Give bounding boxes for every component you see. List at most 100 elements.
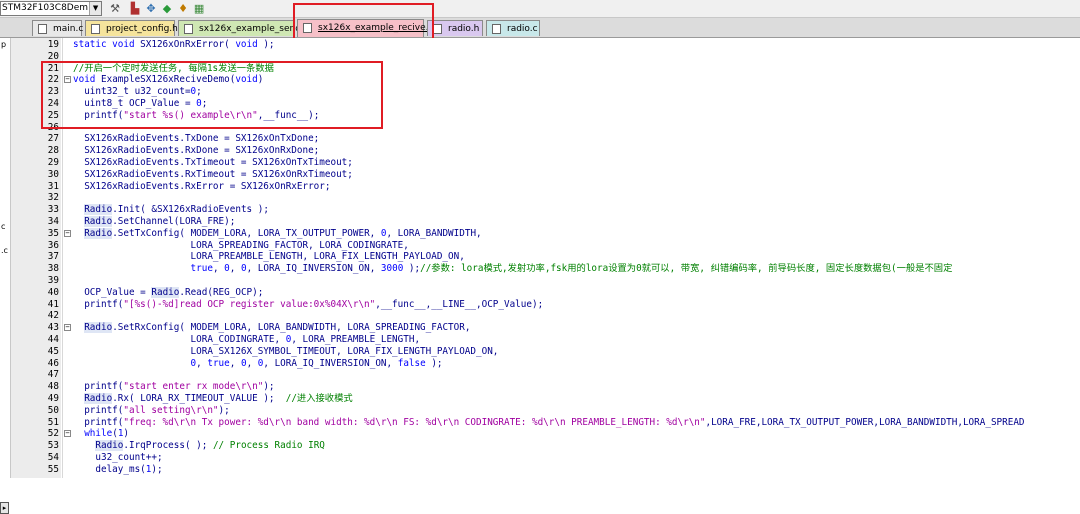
code-line[interactable]: 38 true, 0, 0, LORA_IQ_INVERSION_ON, 300…: [11, 263, 1080, 275]
code-line[interactable]: 35− Radio.SetTxConfig( MODEM_LORA, LORA_…: [11, 227, 1080, 240]
scroll-right-arrow[interactable]: ▸: [0, 502, 9, 514]
code-token: LORA_SPREADING_FACTOR, LORA_CODINGRATE,: [73, 239, 409, 251]
code-token: ,: [212, 263, 225, 275]
code-line[interactable]: 34 Radio.SetChannel(LORA_FRE);: [11, 215, 1080, 228]
code-line[interactable]: 28 SX126xRadioEvents.RxDone = SX126xOnRx…: [11, 145, 1080, 157]
line-number: 53: [47, 440, 59, 452]
code-line[interactable]: 51 printf("freq: %d\r\n Tx power: %d\r\n…: [11, 417, 1080, 429]
wand-icon[interactable]: ⚒: [108, 2, 122, 16]
code-line[interactable]: 52− while(1): [11, 428, 1080, 440]
line-number: 52: [47, 428, 59, 440]
code-token: );: [263, 381, 275, 393]
chevron-down-icon[interactable]: ▼: [89, 2, 102, 15]
target-select[interactable]: STM32F103C8Dem ▼: [0, 1, 103, 16]
code-line[interactable]: 37 LORA_PREAMBLE_LENGTH, LORA_FIX_LENGTH…: [11, 251, 1080, 263]
code-token: , LORA_IQ_INVERSION_ON,: [263, 357, 398, 369]
code-line[interactable]: 49 Radio.Rx( LORA_RX_TIMEOUT_VALUE ); //…: [11, 392, 1080, 405]
fold-toggle-icon[interactable]: −: [64, 229, 71, 237]
line-number: 54: [47, 451, 59, 463]
code-line[interactable]: 42: [11, 310, 1080, 322]
line-number: 38: [47, 263, 59, 275]
code-text: static void SX126xOnRxError( void );: [73, 39, 275, 51]
code-token: ): [123, 428, 130, 440]
code-token: .Init( &SX126xRadioEvents );: [112, 204, 269, 216]
line-number: 28: [47, 145, 59, 157]
manage-icon[interactable]: ▙: [128, 2, 142, 16]
line-number: 44: [47, 333, 59, 345]
code-token: .IrqProcess( );: [123, 440, 213, 452]
code-token: printf(: [73, 298, 124, 310]
code-token: , LORA_IQ_INVERSION_ON,: [246, 263, 381, 275]
code-line[interactable]: 27 SX126xRadioEvents.TxDone = SX126xOnTx…: [11, 133, 1080, 145]
code-token: "all setting\r\n": [123, 404, 219, 416]
code-line[interactable]: 53 Radio.IrqProcess( ); // Process Radio…: [11, 440, 1080, 452]
tab-sx126x-example-send-c[interactable]: sx126x_example_send.c: [178, 20, 309, 36]
code-text: Radio.Rx( LORA_RX_TIMEOUT_VALUE ); //进入接…: [73, 392, 353, 405]
line-number: 35: [47, 227, 59, 239]
code-line[interactable]: 19 static void SX126xOnRxError( void );: [11, 39, 1080, 51]
code-line[interactable]: 44 LORA_CODINGRATE, 0, LORA_PREAMBLE_LEN…: [11, 334, 1080, 346]
code-text: printf("freq: %d\r\n Tx power: %d\r\n ba…: [73, 416, 1024, 429]
code-line[interactable]: 32: [11, 192, 1080, 204]
code-token: u32_count++;: [73, 451, 163, 463]
code-token: , LORA_BANDWIDTH,: [386, 227, 482, 239]
chip-icon[interactable]: ▦: [192, 2, 206, 16]
fold-toggle-icon[interactable]: −: [64, 324, 71, 332]
code-line[interactable]: 39: [11, 275, 1080, 287]
code-token: void: [235, 39, 258, 50]
fold-toggle-icon[interactable]: −: [64, 430, 71, 438]
code-line[interactable]: 33 Radio.Init( &SX126xRadioEvents );: [11, 204, 1080, 216]
code-text: OCP_Value = Radio.Read(REG_OCP);: [73, 286, 264, 299]
toolbar: STM32F103C8Dem ▼ ⚒ ▙ ✥ ◆ ♦ ▦: [0, 0, 1080, 18]
code-line[interactable]: 29 SX126xRadioEvents.TxTimeout = SX126xO…: [11, 157, 1080, 169]
tab-radio-c[interactable]: radio.c: [486, 20, 540, 36]
line-number: 45: [47, 345, 59, 357]
tab-main-c[interactable]: main.c: [32, 20, 83, 36]
code-token: "[%s()-%d]read OCP register value:0x%04X…: [123, 298, 376, 310]
code-line[interactable]: 54 u32_count++;: [11, 452, 1080, 464]
code-token: ,: [246, 357, 258, 369]
code-line[interactable]: 43− Radio.SetRxConfig( MODEM_LORA, LORA_…: [11, 322, 1080, 334]
code-line[interactable]: 48 printf("start enter rx mode\r\n");: [11, 381, 1080, 393]
code-line[interactable]: 46 0, true, 0, 0, LORA_IQ_INVERSION_ON, …: [11, 358, 1080, 370]
code-token: );: [218, 404, 230, 416]
line-number: 19: [47, 39, 59, 50]
component-icon[interactable]: ✥: [144, 2, 158, 16]
code-line[interactable]: 36 LORA_SPREADING_FACTOR, LORA_CODINGRAT…: [11, 240, 1080, 252]
file-icon: [38, 24, 47, 34]
code-token: printf(: [73, 416, 124, 428]
tab-project-config-h[interactable]: project_config.h: [85, 20, 178, 36]
line-number: 46: [47, 357, 59, 369]
code-token: .Read(REG_OCP);: [179, 286, 264, 298]
code-line[interactable]: 30 SX126xRadioEvents.RxTimeout = SX126xO…: [11, 169, 1080, 181]
download-icon[interactable]: ♦: [176, 2, 190, 16]
diamond-icon[interactable]: ◆: [160, 2, 174, 16]
code-line[interactable]: 47: [11, 369, 1080, 381]
file-tab-bar: main.c project_config.h sx126x_example_s…: [0, 18, 1080, 38]
code-line[interactable]: 50 printf("all setting\r\n");: [11, 405, 1080, 417]
code-token: .SetRxConfig( MODEM_LORA, LORA_BANDWIDTH…: [112, 322, 471, 334]
code-line[interactable]: 40 OCP_Value = Radio.Read(REG_OCP);: [11, 286, 1080, 299]
tab-label: radio.c: [507, 24, 538, 34]
code-token: SX126xRadioEvents.RxDone = SX126xOnRxDon…: [73, 145, 320, 157]
file-icon: [433, 24, 442, 34]
code-text: LORA_SX126X_SYMBOL_TIMEOUT, LORA_FIX_LEN…: [73, 346, 499, 358]
tab-radio-h[interactable]: radio.h: [427, 20, 483, 36]
tab-label: radio.h: [448, 24, 480, 34]
line-number: 29: [47, 156, 59, 168]
line-number: 34: [47, 215, 59, 227]
code-token: );: [151, 463, 163, 475]
line-number: 27: [47, 133, 59, 145]
code-line[interactable]: 41 printf("[%s()-%d]read OCP register va…: [11, 299, 1080, 311]
code-token: .SetTxConfig( MODEM_LORA, LORA_TX_OUTPUT…: [112, 227, 381, 239]
code-token: SX126xRadioEvents.RxTimeout = SX126xOnRx…: [73, 168, 353, 180]
code-line[interactable]: 45 LORA_SX126X_SYMBOL_TIMEOUT, LORA_FIX_…: [11, 346, 1080, 358]
code-text: true, 0, 0, LORA_IQ_INVERSION_ON, 3000 )…: [73, 263, 953, 275]
code-line[interactable]: 31 SX126xRadioEvents.RxError = SX126xOnR…: [11, 181, 1080, 193]
code-token: "freq: %d\r\n Tx power: %d\r\n band widt…: [123, 416, 706, 428]
code-token: );: [257, 39, 275, 50]
code-line[interactable]: 55 delay_ms(1);: [11, 464, 1080, 476]
